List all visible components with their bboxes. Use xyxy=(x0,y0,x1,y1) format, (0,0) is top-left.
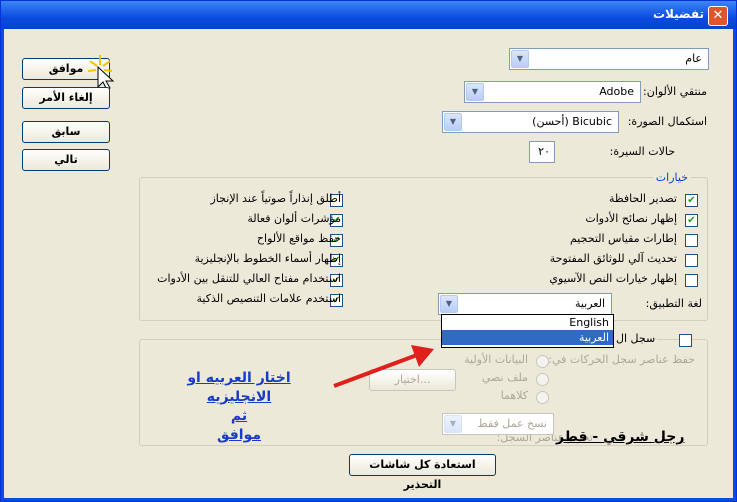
radio-both-label: كلاهما xyxy=(500,389,528,402)
option-label: أطلق إنذاراً صوتياً عند الإنجاز xyxy=(210,192,342,205)
ui-language-dropdown[interactable]: English العربية xyxy=(441,314,614,348)
radio-metadata-label: البيانات الأولية xyxy=(464,353,528,366)
close-icon[interactable]: ✕ xyxy=(708,6,728,26)
option-label: إطارات مقياس التحجيم xyxy=(569,232,677,245)
signature-text: رجل شرقي - قطر xyxy=(556,429,685,445)
language-option-arabic[interactable]: العربية xyxy=(442,330,613,345)
annotation-text: اختار العربيه او الانجليزيه ثم موافق xyxy=(164,369,314,445)
option-checkbox[interactable] xyxy=(685,274,698,287)
preferences-window: تفضيلات ✕ موافق إلغاء الأمر سابق تالي عا… xyxy=(0,0,737,502)
option-checkbox[interactable]: ✔ xyxy=(685,214,698,227)
reset-warnings-button[interactable]: استعادة كل شاشات التحذير xyxy=(349,454,496,491)
option-label: تحديث آلي للوثائق المفتوحة xyxy=(549,252,677,265)
option-checkbox[interactable]: ✔ xyxy=(685,194,698,207)
edit-items-select[interactable]: نسخ عمل فقط ▼ xyxy=(442,413,554,435)
option-label: تصدير الحافظة xyxy=(608,192,677,205)
language-option-english[interactable]: English xyxy=(442,315,613,330)
radio-textfile[interactable] xyxy=(536,373,549,386)
interpolation-select[interactable]: Bicubic (أحسن) ▼ xyxy=(442,111,619,133)
ui-language-label: لغة التطبيق: xyxy=(645,297,702,310)
section-select-value: عام xyxy=(685,52,702,65)
history-states-value: ٢٠ xyxy=(538,145,550,158)
radio-both[interactable] xyxy=(536,391,549,404)
section-select[interactable]: عام ▼ xyxy=(509,48,709,70)
radio-metadata[interactable] xyxy=(536,355,549,368)
edit-items-value: نسخ عمل فقط xyxy=(477,417,548,430)
annotation-line3: موافق xyxy=(216,427,262,443)
radio-textfile-label: ملف نصي xyxy=(481,371,528,384)
color-picker-value: Adobe xyxy=(599,85,634,98)
option-label: استخدم علامات التنصيص الذكية xyxy=(196,292,341,305)
chevron-down-icon: ▼ xyxy=(511,50,529,68)
option-label: استخدام مفتاح العالي للتنقل بين الأدوات xyxy=(157,272,341,285)
history-log-label: سجل ال xyxy=(614,332,658,345)
option-label: مؤشرات ألوان فعالة xyxy=(247,212,341,225)
dialog-body: موافق إلغاء الأمر سابق تالي عام ▼ منتقي … xyxy=(4,29,733,498)
ui-language-value: العربية xyxy=(574,297,605,310)
arrow-icon xyxy=(333,345,434,388)
title-bar[interactable]: تفضيلات ✕ xyxy=(1,1,736,29)
options-legend: خيارات xyxy=(652,171,691,184)
color-picker-label: منتقي الألوان: xyxy=(643,85,707,98)
option-checkbox[interactable] xyxy=(685,254,698,267)
ui-language-select[interactable]: العربية ▼ xyxy=(438,293,612,315)
interpolation-label: استكمال الصورة: xyxy=(627,115,707,128)
option-checkbox[interactable] xyxy=(685,234,698,247)
cancel-button[interactable]: إلغاء الأمر xyxy=(22,87,110,109)
window-title: تفضيلات xyxy=(652,7,704,21)
prev-button[interactable]: سابق xyxy=(22,121,110,143)
history-states-label: حالات السيرة: xyxy=(609,145,675,158)
annotation-line1: اختار العربيه او الانجليزيه xyxy=(187,370,291,405)
chevron-down-icon: ▼ xyxy=(440,295,458,313)
history-states-input[interactable]: ٢٠ xyxy=(529,141,555,163)
interpolation-value: Bicubic (أحسن) xyxy=(532,115,612,128)
option-label: إظهار خيارات النص الآسيوي xyxy=(549,272,677,285)
chevron-down-icon: ▼ xyxy=(444,113,462,131)
chevron-down-icon: ▼ xyxy=(444,415,462,433)
option-label: حفظ مواقع الألواح xyxy=(256,232,341,245)
annotation-line2: ثم xyxy=(230,408,248,424)
color-picker-select[interactable]: Adobe ▼ xyxy=(464,81,641,103)
save-items-label: حفظ عناصر سجل الحركات في: xyxy=(548,353,695,366)
history-log-checkbox[interactable] xyxy=(679,334,692,347)
option-label: إظهار أسماء الخطوط بالإنجليزية xyxy=(194,252,341,265)
next-button[interactable]: تالي xyxy=(22,149,110,171)
chevron-down-icon: ▼ xyxy=(466,83,484,101)
option-label: إظهار نصائح الأدوات xyxy=(585,212,677,225)
